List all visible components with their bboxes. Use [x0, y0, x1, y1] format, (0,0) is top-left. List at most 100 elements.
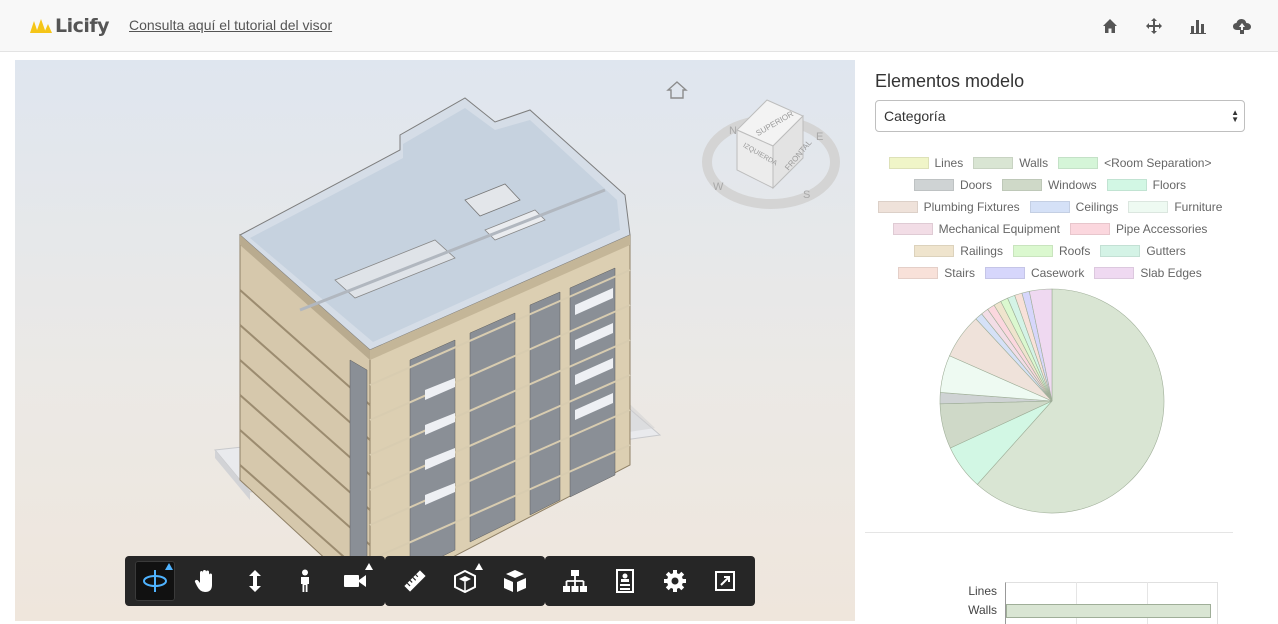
- legend-item[interactable]: <Room Separation>: [1058, 156, 1211, 170]
- legend-swatch: [1106, 179, 1147, 191]
- first-person-tool[interactable]: [285, 561, 325, 601]
- legend-item[interactable]: Railings: [914, 244, 1003, 258]
- pie-legend: Lines Walls <Room Separation> Doors Windows F…: [865, 152, 1235, 284]
- cloud-upload-icon[interactable]: [1230, 14, 1254, 38]
- panel-title: Elementos modelo: [875, 71, 1025, 91]
- category-bar-chart[interactable]: Lines Walls: [955, 580, 1225, 624]
- camera-tool[interactable]: [335, 561, 375, 601]
- section-tool[interactable]: [445, 561, 485, 601]
- logo-bars-icon: [30, 19, 52, 33]
- category-select-value: Categoría: [884, 108, 946, 124]
- compass-north: N: [729, 125, 737, 137]
- viewer-home-button[interactable]: [666, 80, 688, 105]
- legend-item[interactable]: Ceilings: [1029, 200, 1118, 214]
- top-bar: Licify Consulta aquí el tutorial del vis…: [0, 0, 1278, 52]
- pan-tool[interactable]: [185, 561, 225, 601]
- legend-item[interactable]: Windows: [1001, 178, 1097, 192]
- legend-label: Furniture: [1174, 200, 1223, 214]
- legend-swatch: [1058, 157, 1099, 169]
- move-icon[interactable]: [1142, 14, 1166, 38]
- legend-item[interactable]: Lines: [888, 156, 963, 170]
- legend-label: Gutters: [1146, 244, 1186, 258]
- bar-label: Lines: [968, 584, 997, 598]
- properties-icon: [616, 569, 634, 593]
- legend-item[interactable]: Gutters: [1100, 244, 1186, 258]
- tutorial-link[interactable]: Consulta aquí el tutorial del visor: [129, 17, 332, 33]
- licify-logo[interactable]: Licify: [30, 14, 110, 38]
- legend-swatch: [914, 245, 955, 257]
- legend-swatch: [892, 223, 933, 235]
- legend-label: Floors: [1152, 178, 1187, 192]
- legend-row: Plumbing Fixtures Ceilings Furniture: [865, 196, 1235, 218]
- dolly-icon: [249, 570, 261, 592]
- legend-item[interactable]: Stairs: [898, 266, 975, 280]
- orbit-flyout-indicator: [165, 563, 173, 570]
- navigation-toolbar: [125, 556, 385, 606]
- legend-row: Doors Windows Floors: [865, 174, 1235, 196]
- legend-label: Pipe Accessories: [1116, 222, 1208, 236]
- legend-item[interactable]: Floors: [1106, 178, 1187, 192]
- legend-swatch: [1070, 223, 1110, 235]
- section-flyout-indicator: [475, 563, 483, 570]
- settings-toolbar: [545, 556, 755, 606]
- fullscreen-icon: [715, 571, 735, 591]
- first-person-icon: [301, 569, 309, 592]
- properties-tool[interactable]: [605, 561, 645, 601]
- legend-swatch: [1128, 201, 1169, 213]
- category-select[interactable]: Categoría ▲ ▼: [875, 100, 1245, 132]
- category-pie-chart[interactable]: [937, 286, 1167, 516]
- legend-swatch: [888, 157, 929, 169]
- model-elements-panel: Elementos modelo Categoría ▲ ▼ Lines Walls…: [865, 60, 1278, 624]
- explode-icon: [504, 570, 526, 592]
- measure-tool[interactable]: [395, 561, 435, 601]
- explode-tool[interactable]: [495, 561, 535, 601]
- compass-west: W: [713, 181, 724, 193]
- model-browser-tool[interactable]: [555, 561, 595, 601]
- legend-item[interactable]: Plumbing Fixtures: [877, 200, 1020, 214]
- legend-row: Lines Walls <Room Separation>: [865, 152, 1235, 174]
- legend-swatch: [1001, 179, 1042, 191]
- legend-item[interactable]: Furniture: [1128, 200, 1222, 214]
- logo-text: Licify: [55, 15, 110, 37]
- home-outline-icon: [666, 81, 688, 99]
- legend-item[interactable]: Walls: [973, 156, 1048, 170]
- legend-item[interactable]: Doors: [913, 178, 992, 192]
- legend-label: Mechanical Equipment: [938, 222, 1060, 236]
- legend-label: Doors: [959, 178, 992, 192]
- home-icon[interactable]: [1098, 14, 1122, 38]
- legend-item[interactable]: Roofs: [1012, 244, 1091, 258]
- legend-swatch: [877, 201, 918, 213]
- bar-chart-icon[interactable]: [1186, 14, 1210, 38]
- legend-row: Mechanical Equipment Pipe Accessories: [865, 218, 1235, 240]
- legend-item[interactable]: Pipe Accessories: [1070, 222, 1207, 236]
- legend-swatch: [1100, 245, 1141, 257]
- legend-item[interactable]: Mechanical Equipment: [892, 222, 1060, 236]
- bar-label: Walls: [968, 603, 997, 617]
- orbit-tool[interactable]: [135, 561, 175, 601]
- view-cube[interactable]: N E S W SUPERIOR FRONTAL IZQUIERDA: [701, 94, 841, 219]
- legend-item[interactable]: Slab Edges: [1094, 266, 1202, 280]
- legend-label: Railings: [960, 244, 1003, 258]
- dolly-tool[interactable]: [235, 561, 275, 601]
- model-browser-icon: [563, 570, 587, 592]
- legend-label: <Room Separation>: [1104, 156, 1212, 170]
- measure-icon: [404, 570, 426, 592]
- panel-divider: [865, 532, 1233, 533]
- pan-icon: [194, 570, 212, 592]
- select-arrows-icon: ▲ ▼: [1231, 108, 1239, 124]
- settings-icon: [664, 570, 686, 592]
- legend-swatch: [1094, 267, 1135, 279]
- legend-item[interactable]: Casework: [984, 266, 1085, 280]
- legend-label: Casework: [1030, 266, 1085, 280]
- legend-label: Roofs: [1058, 244, 1091, 258]
- legend-swatch: [973, 157, 1014, 169]
- legend-swatch: [913, 179, 954, 191]
- bar-walls[interactable]: [1006, 604, 1211, 618]
- legend-label: Stairs: [944, 266, 975, 280]
- settings-tool[interactable]: [655, 561, 695, 601]
- model-viewer[interactable]: N E S W SUPERIOR FRONTAL IZQUIERDA: [15, 60, 855, 621]
- legend-label: Plumbing Fixtures: [923, 200, 1020, 214]
- fullscreen-tool[interactable]: [705, 561, 745, 601]
- legend-swatch: [984, 267, 1025, 279]
- compass-east: E: [816, 131, 823, 143]
